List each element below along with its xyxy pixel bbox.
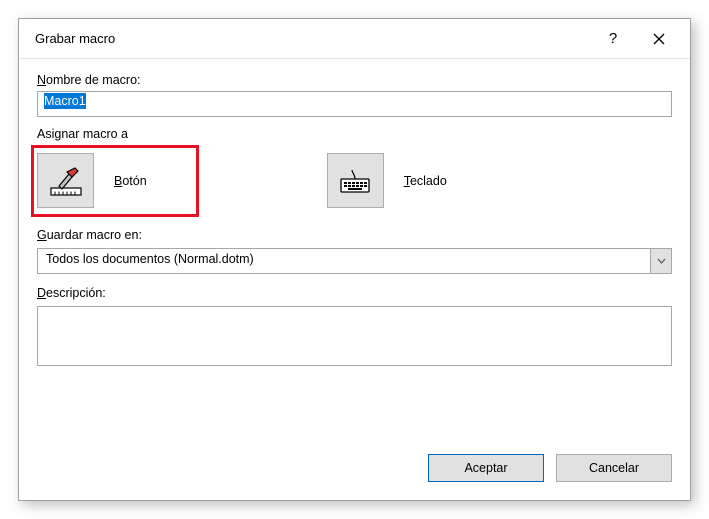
hammer-toolbar-icon [49,166,83,196]
store-macro-select[interactable]: Todos los documentos (Normal.dotm) [37,248,672,274]
dialog-title: Grabar macro [35,31,590,46]
titlebar: Grabar macro ? [19,19,690,59]
keyboard-icon [338,166,372,196]
assign-keyboard-label: Teclado [404,174,447,188]
assign-button-option: Botón [37,153,147,208]
chevron-down-icon [650,248,672,274]
macro-name-label: Nombre de macro: [37,73,672,87]
store-macro-value: Todos los documentos (Normal.dotm) [37,248,672,274]
assign-to-keyboard[interactable] [327,153,384,208]
record-macro-dialog: Grabar macro ? Nombre de macro: Macro1 A… [18,18,691,501]
assign-to-button[interactable] [37,153,94,208]
description-input[interactable] [37,306,672,366]
store-macro-label: Guardar macro en: [37,228,672,242]
dialog-content: Nombre de macro: Macro1 Asignar macro a [19,59,690,438]
macro-name-value: Macro1 [44,93,86,109]
cancel-button[interactable]: Cancelar [556,454,672,482]
ok-button[interactable]: Aceptar [428,454,544,482]
description-label: Descripción: [37,286,672,300]
close-icon [653,33,665,45]
assign-button-label: Botón [114,174,147,188]
assign-keyboard-option: Teclado [327,153,447,208]
macro-name-input[interactable]: Macro1 [37,91,672,117]
help-button[interactable]: ? [590,19,636,59]
assign-macro-row: Botón Teclado [37,153,672,208]
dialog-footer: Aceptar Cancelar [19,438,690,500]
assign-macro-label: Asignar macro a [37,127,672,141]
close-button[interactable] [636,19,682,59]
